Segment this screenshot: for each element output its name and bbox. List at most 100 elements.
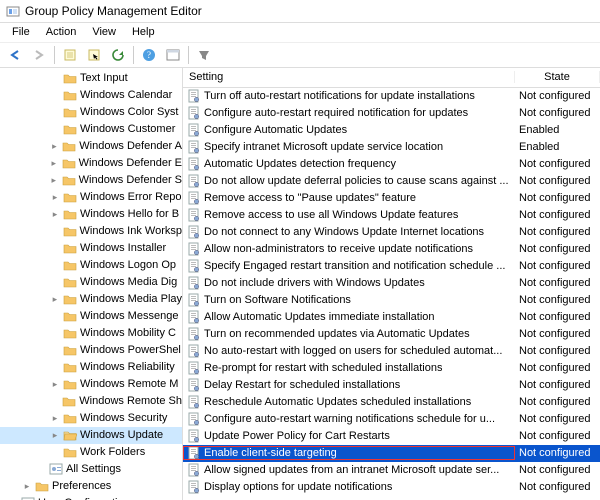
tree-item[interactable]: Windows Media Dig (0, 274, 182, 291)
properties-button[interactable] (59, 44, 81, 66)
tree-item[interactable]: Windows Logon Op (0, 257, 182, 274)
app-icon (6, 4, 20, 18)
setting-row[interactable]: Configure Automatic UpdatesEnabled (183, 122, 600, 139)
tree-item[interactable]: Windows Ink Worksp (0, 223, 182, 240)
back-button[interactable] (4, 44, 26, 66)
setting-row[interactable]: Specify intranet Microsoft update servic… (183, 139, 600, 156)
tree-item[interactable]: ▸Windows Security (0, 410, 182, 427)
tree-item[interactable]: ▸ Windows Update (0, 427, 182, 444)
setting-row[interactable]: Allow non-administrators to receive upda… (183, 241, 600, 258)
expand-collapse-icon[interactable]: ▸ (50, 430, 60, 441)
setting-row[interactable]: Allow signed updates from an intranet Mi… (183, 462, 600, 479)
forward-button[interactable] (28, 44, 50, 66)
tree-pane[interactable]: Text InputWindows CalendarWindows Color … (0, 68, 183, 500)
policy-icon (187, 259, 201, 273)
tree-item[interactable]: Work Folders (0, 444, 182, 461)
setting-label: Allow signed updates from an intranet Mi… (204, 464, 499, 476)
setting-row[interactable]: Specify Engaged restart transition and n… (183, 258, 600, 275)
tree-item[interactable]: ▸Windows Defender E (0, 155, 182, 172)
setting-row[interactable]: Delay Restart for scheduled installation… (183, 377, 600, 394)
state-cell: Not configured (515, 260, 600, 272)
content-area: Text InputWindows CalendarWindows Color … (0, 68, 600, 500)
tree-item[interactable]: Windows Customer (0, 121, 182, 138)
setting-row[interactable]: Do not allow update deferral policies to… (183, 173, 600, 190)
setting-row[interactable]: Turn off auto-restart notifications for … (183, 88, 600, 105)
menu-action[interactable]: Action (38, 24, 85, 40)
folder-icon (63, 309, 77, 323)
tree-item[interactable]: ▸Windows Media Play (0, 291, 182, 308)
setting-label: Specify intranet Microsoft update servic… (204, 141, 443, 153)
tree-item[interactable]: Windows Remote Sh (0, 393, 182, 410)
setting-row[interactable]: Display options for update notifications… (183, 479, 600, 496)
tree-item[interactable]: Windows Color Syst (0, 104, 182, 121)
expand-collapse-icon[interactable]: ▸ (50, 209, 60, 220)
tree-item[interactable]: Windows PowerShel (0, 342, 182, 359)
expand-collapse-icon[interactable]: ▸ (49, 175, 59, 186)
folder-icon (63, 360, 77, 374)
setting-label: Automatic Updates detection frequency (204, 158, 396, 170)
setting-row[interactable]: Reschedule Automatic Updates scheduled i… (183, 394, 600, 411)
tree-item[interactable]: ▾User Configuration (0, 495, 182, 500)
tree-item[interactable]: All Settings (0, 461, 182, 478)
expand-collapse-icon[interactable]: ▸ (50, 379, 60, 390)
setting-row[interactable]: Remove access to use all Windows Update … (183, 207, 600, 224)
folder-icon (63, 88, 77, 102)
tree-item[interactable]: ▸Windows Error Repo (0, 189, 182, 206)
setting-cell: No auto-restart with logged on users for… (183, 344, 515, 358)
tree-item[interactable]: Windows Mobility C (0, 325, 182, 342)
menu-view[interactable]: View (84, 24, 124, 40)
tree-item-label: Windows Update (80, 429, 163, 441)
setting-row[interactable]: Turn on recommended updates via Automati… (183, 326, 600, 343)
setting-row[interactable]: Configure auto-restart required notifica… (183, 105, 600, 122)
setting-row[interactable]: Turn on Software NotificationsNot config… (183, 292, 600, 309)
setting-row[interactable]: Configure auto-restart warning notificat… (183, 411, 600, 428)
tree-item[interactable]: Windows Installer (0, 240, 182, 257)
tree-item[interactable]: Windows Reliability (0, 359, 182, 376)
setting-cell: Update Power Policy for Cart Restarts (183, 429, 515, 443)
policy-icon (187, 174, 201, 188)
show-hide-button[interactable] (162, 44, 184, 66)
expand-collapse-icon[interactable]: ▸ (50, 294, 60, 305)
setting-row[interactable]: Enable client-side targetingNot configur… (183, 445, 600, 462)
help-button[interactable] (138, 44, 160, 66)
tree-item[interactable]: Text Input (0, 70, 182, 87)
expand-collapse-icon[interactable]: ▸ (50, 192, 60, 203)
column-header-setting[interactable]: Setting (183, 71, 515, 83)
state-cell: Not configured (515, 192, 600, 204)
tree-item[interactable]: ▸Windows Defender A (0, 138, 182, 155)
state-cell: Not configured (515, 396, 600, 408)
expand-collapse-icon[interactable]: ▸ (49, 141, 59, 152)
setting-cell: Turn off auto-restart notifications for … (183, 89, 515, 103)
filter-button[interactable] (193, 44, 215, 66)
policy-icon (187, 463, 201, 477)
tree-item[interactable]: ▸Preferences (0, 478, 182, 495)
setting-row[interactable]: Do not include drivers with Windows Upda… (183, 275, 600, 292)
column-header-state[interactable]: State (515, 71, 600, 83)
setting-row[interactable]: Update Power Policy for Cart RestartsNot… (183, 428, 600, 445)
tree-item[interactable]: ▸Windows Remote M (0, 376, 182, 393)
tree-item[interactable]: ▸Windows Hello for B (0, 206, 182, 223)
tree-item[interactable]: Windows Calendar (0, 87, 182, 104)
setting-row[interactable]: Re-prompt for restart with scheduled ins… (183, 360, 600, 377)
setting-row[interactable]: Remove access to "Pause updates" feature… (183, 190, 600, 207)
state-cell: Not configured (515, 209, 600, 221)
select-button[interactable] (83, 44, 105, 66)
tree-item[interactable]: ▸Windows Defender S (0, 172, 182, 189)
expand-collapse-icon[interactable]: ▸ (49, 158, 59, 169)
policy-icon (187, 208, 201, 222)
setting-row[interactable]: No auto-restart with logged on users for… (183, 343, 600, 360)
expand-collapse-icon[interactable]: ▸ (22, 481, 32, 492)
tree-item[interactable]: Windows Messenge (0, 308, 182, 325)
expand-collapse-icon[interactable]: ▸ (50, 413, 60, 424)
menu-help[interactable]: Help (124, 24, 163, 40)
refresh-icon (111, 48, 125, 62)
refresh-button[interactable] (107, 44, 129, 66)
setting-label: Remove access to "Pause updates" feature (204, 192, 416, 204)
list-body[interactable]: Turn off auto-restart notifications for … (183, 88, 600, 500)
setting-row[interactable]: Automatic Updates detection frequencyNot… (183, 156, 600, 173)
setting-row[interactable]: Do not connect to any Windows Update Int… (183, 224, 600, 241)
menu-file[interactable]: File (4, 24, 38, 40)
state-cell: Enabled (515, 141, 600, 153)
folder-icon (63, 241, 77, 255)
setting-row[interactable]: Allow Automatic Updates immediate instal… (183, 309, 600, 326)
